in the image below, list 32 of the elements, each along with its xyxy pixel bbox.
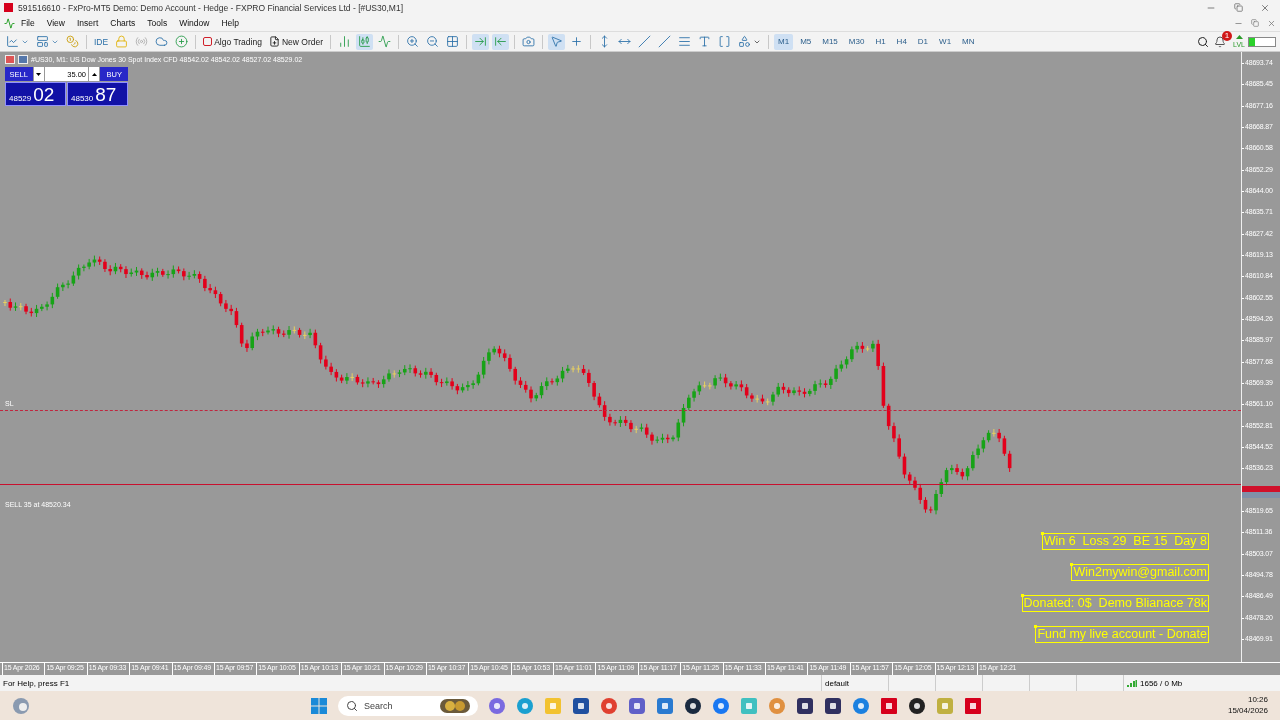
menu-item[interactable]: Tools [141, 18, 174, 28]
clock-time: 10:26 [1247, 695, 1268, 706]
chart-note: Fund my live account - Donate [1035, 626, 1209, 643]
ask-price-button[interactable]: 48530 87 [67, 82, 128, 106]
chart-note: Donated: 0$ Demo Blianace 78k [1021, 595, 1209, 612]
clock-date: 15/04/2026 [1227, 705, 1268, 716]
new-order-button[interactable]: New Order [266, 33, 325, 50]
timeframe-tab[interactable]: H4 [892, 33, 911, 50]
timeframe-tab[interactable]: M1 [774, 33, 794, 50]
search-field[interactable]: Search [338, 695, 478, 716]
menu-item[interactable]: Charts [104, 18, 142, 28]
search-placeholder: Search [364, 700, 394, 711]
timeframe-tab[interactable]: D1 [913, 33, 933, 50]
chart-note: Win 6 Loss 29 BE 15 Day 8 [1041, 533, 1209, 550]
timeframe-tab[interactable]: M15 [818, 33, 842, 50]
timeframe-tab[interactable]: M30 [844, 33, 869, 50]
menu-item[interactable]: Window [173, 18, 216, 28]
ide-button[interactable]: IDE [92, 33, 111, 50]
menu-item[interactable]: Help [215, 18, 245, 28]
bid-price-button[interactable]: 48529 02 [5, 82, 66, 106]
menu-item[interactable]: Insert [71, 18, 105, 28]
timeframe-tab[interactable]: H1 [871, 33, 890, 50]
timeframe-tab[interactable]: MN [958, 33, 979, 50]
menu-item[interactable]: View [40, 18, 71, 28]
chart-note: Win2mywin@gmail.com [1071, 564, 1209, 581]
window-title: 591516610 - FxPro-MT5 Demo: Demo Account - Hedge - FXPRO Financial Services Ltd - [#US30,M1] [18, 2, 405, 13]
timeframe-tab[interactable]: M5 [796, 33, 816, 50]
timeframe-tab[interactable]: W1 [935, 33, 956, 50]
menu-item[interactable]: File [15, 18, 41, 28]
status-help: For Help, press F1 [2, 677, 71, 690]
notification-badge: 1 [1222, 30, 1233, 41]
algo-trading-button[interactable]: Algo Trading [201, 33, 264, 50]
